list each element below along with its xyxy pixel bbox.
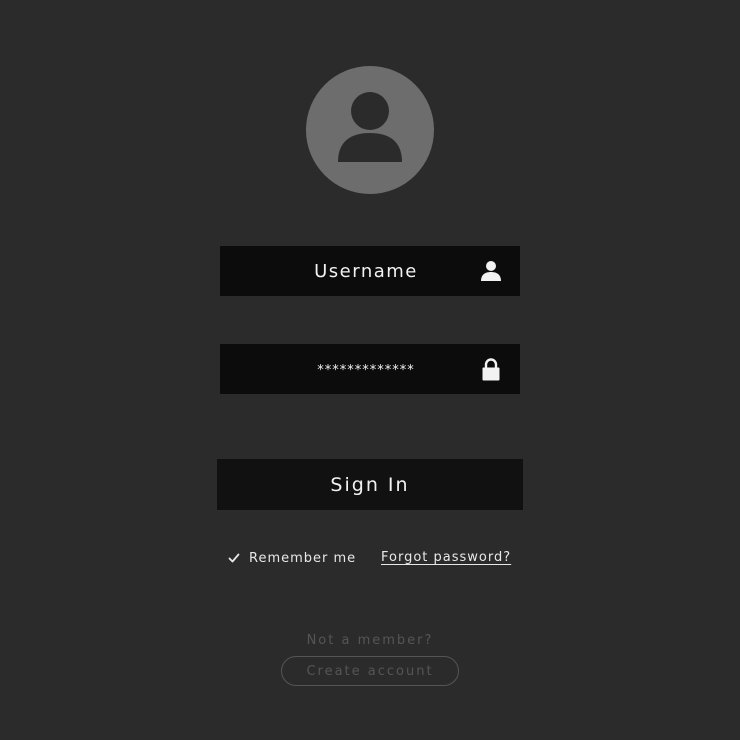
remember-me-label: Remember me — [249, 550, 357, 566]
sign-in-button[interactable]: Sign In — [217, 459, 523, 510]
password-input[interactable] — [220, 344, 520, 394]
lock-icon — [482, 358, 500, 381]
user-icon — [481, 261, 501, 281]
avatar — [306, 66, 434, 194]
checkmark-icon — [228, 553, 240, 563]
not-member-text: Not a member? — [306, 633, 434, 648]
remember-me-checkbox[interactable]: Remember me — [228, 549, 356, 567]
user-avatar-icon — [338, 92, 402, 162]
login-page: Sign In Remember me Forgot password? Not… — [0, 0, 740, 740]
create-account-button[interactable]: Create account — [281, 656, 459, 686]
password-field-box — [220, 344, 520, 394]
username-input[interactable] — [220, 246, 520, 296]
username-field-box — [220, 246, 520, 296]
forgot-password-link[interactable]: Forgot password? — [381, 549, 511, 567]
